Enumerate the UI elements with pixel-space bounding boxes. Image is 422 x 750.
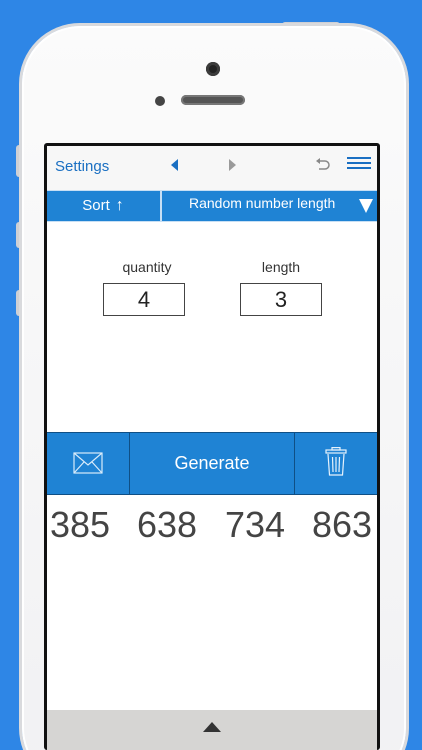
- quantity-field[interactable]: [103, 283, 185, 316]
- quantity-label: quantity: [122, 259, 172, 275]
- sort-label: Sort: [82, 197, 110, 214]
- sort-button[interactable]: Sort ↑: [47, 191, 159, 221]
- mail-button[interactable]: [47, 433, 129, 494]
- bottom-drawer-handle[interactable]: [47, 710, 377, 750]
- proximity-sensor: [155, 96, 165, 106]
- earpiece-speaker: [181, 95, 245, 105]
- undo-icon[interactable]: [314, 156, 332, 174]
- menu-icon[interactable]: [347, 156, 373, 170]
- stage: Settings Sort ↑ Random number length qua…: [0, 0, 422, 750]
- result-number: 385: [50, 504, 111, 545]
- phone-screen: Settings Sort ↑ Random number length qua…: [44, 143, 380, 750]
- mode-select[interactable]: Random number length: [162, 191, 377, 221]
- envelope-icon: [73, 452, 103, 474]
- results-row: 385 638 734 863: [47, 500, 377, 550]
- app-window: Settings Sort ↑ Random number length qua…: [47, 146, 377, 750]
- triangle-right-icon[interactable]: [225, 155, 239, 175]
- generate-button[interactable]: Generate: [130, 433, 294, 494]
- result-number: 863: [312, 504, 373, 545]
- result-number: 638: [137, 504, 198, 545]
- trash-button[interactable]: [295, 433, 377, 494]
- trash-icon: [325, 447, 347, 476]
- mode-label: Random number length: [189, 195, 336, 211]
- length-field[interactable]: [240, 283, 322, 316]
- action-bar: Generate: [47, 432, 377, 495]
- triangle-up-icon: [203, 722, 221, 732]
- navbar: Settings: [47, 146, 377, 190]
- front-camera: [206, 62, 220, 76]
- result-number: 734: [225, 504, 286, 545]
- triangle-left-icon[interactable]: [168, 155, 182, 175]
- length-label: length: [261, 259, 301, 275]
- triangle-down-icon: [359, 198, 373, 214]
- toolbar: Sort ↑ Random number length: [47, 190, 377, 222]
- sort-arrow: ↑: [115, 197, 124, 214]
- settings-button[interactable]: Settings: [55, 158, 109, 175]
